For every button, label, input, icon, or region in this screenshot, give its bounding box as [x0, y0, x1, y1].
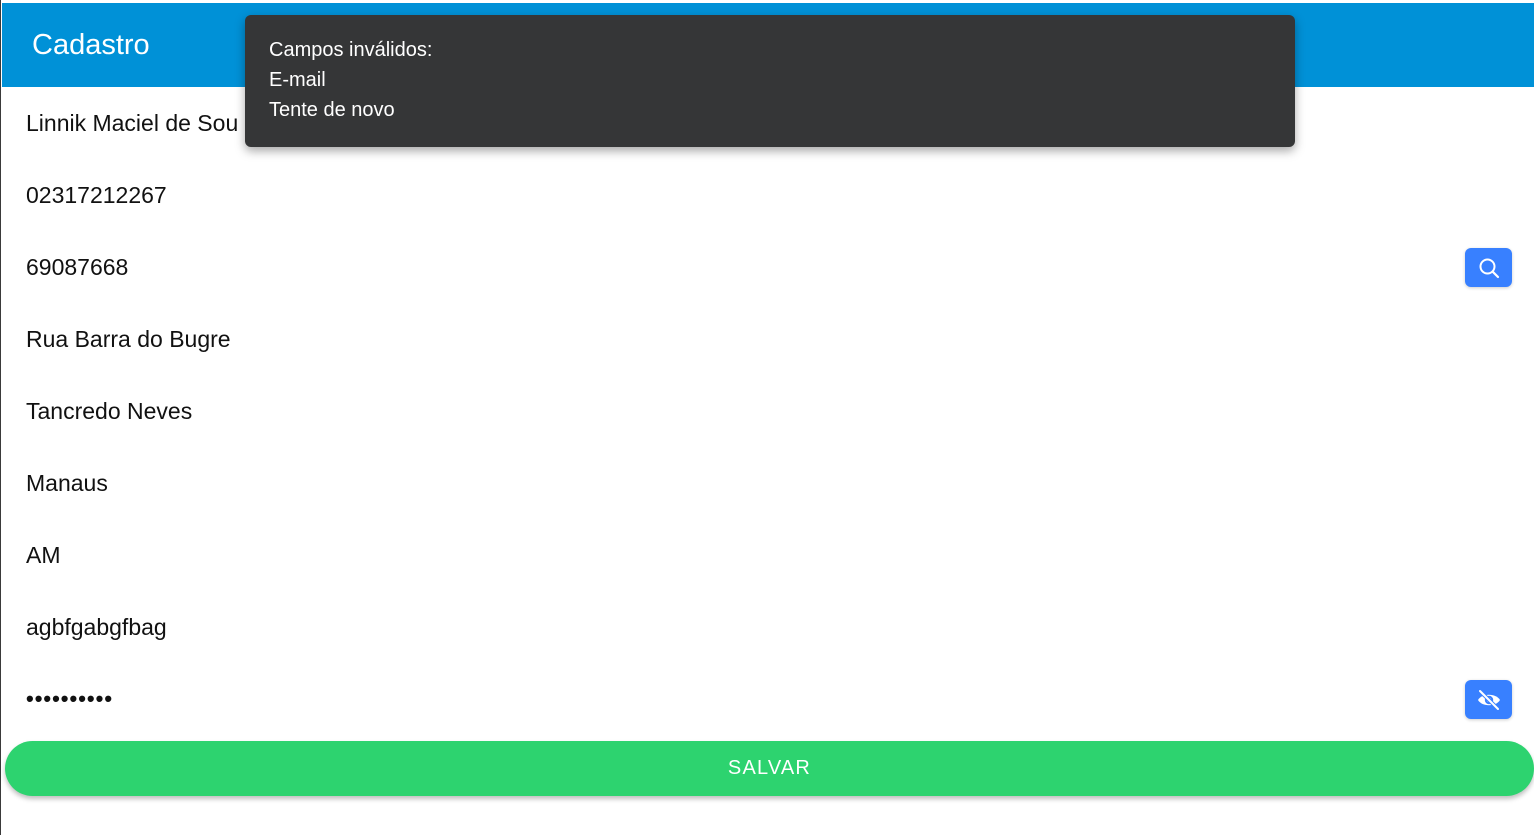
street-input[interactable]: Rua Barra do Bugre [26, 303, 231, 375]
password-input[interactable]: •••••••••• [26, 663, 113, 735]
state-input[interactable]: AM [26, 519, 61, 591]
password-field[interactable]: •••••••••• [2, 663, 1534, 735]
email-field[interactable]: agbfgabgfbag [2, 591, 1534, 663]
city-field[interactable]: Manaus [2, 447, 1534, 519]
eye-off-icon [1477, 688, 1500, 711]
save-button-label: SALVAR [727, 757, 812, 779]
toast-invalid-field: E-mail [269, 69, 326, 91]
state-field[interactable]: AM [2, 519, 1534, 591]
cpf-field[interactable]: 02317212267 [2, 159, 1534, 231]
neighborhood-input[interactable]: Tancredo Neves [26, 375, 192, 447]
cep-field[interactable]: 69087668 [2, 231, 1534, 303]
city-input[interactable]: Manaus [26, 447, 108, 519]
cpf-input[interactable]: 02317212267 [26, 159, 167, 231]
registration-page: Cadastro Linnik Maciel de Sou 0231721226… [0, 0, 1534, 835]
toast-heading: Campos inválidos: [269, 39, 433, 61]
street-field[interactable]: Rua Barra do Bugre [2, 303, 1534, 375]
neighborhood-field[interactable]: Tancredo Neves [2, 375, 1534, 447]
cep-input[interactable]: 69087668 [26, 231, 128, 303]
search-cep-button[interactable] [1465, 248, 1512, 287]
name-input[interactable]: Linnik Maciel de Sou [26, 87, 238, 159]
toggle-password-button[interactable] [1465, 680, 1512, 719]
error-toast: Campos inválidos: E-mail Tente de novo [245, 15, 1295, 147]
toast-retry-message: Tente de novo [269, 99, 395, 121]
search-icon [1479, 258, 1499, 278]
email-input[interactable]: agbfgabgfbag [26, 591, 167, 663]
save-button[interactable]: SALVAR [5, 741, 1534, 796]
page-title: Cadastro [32, 29, 150, 61]
